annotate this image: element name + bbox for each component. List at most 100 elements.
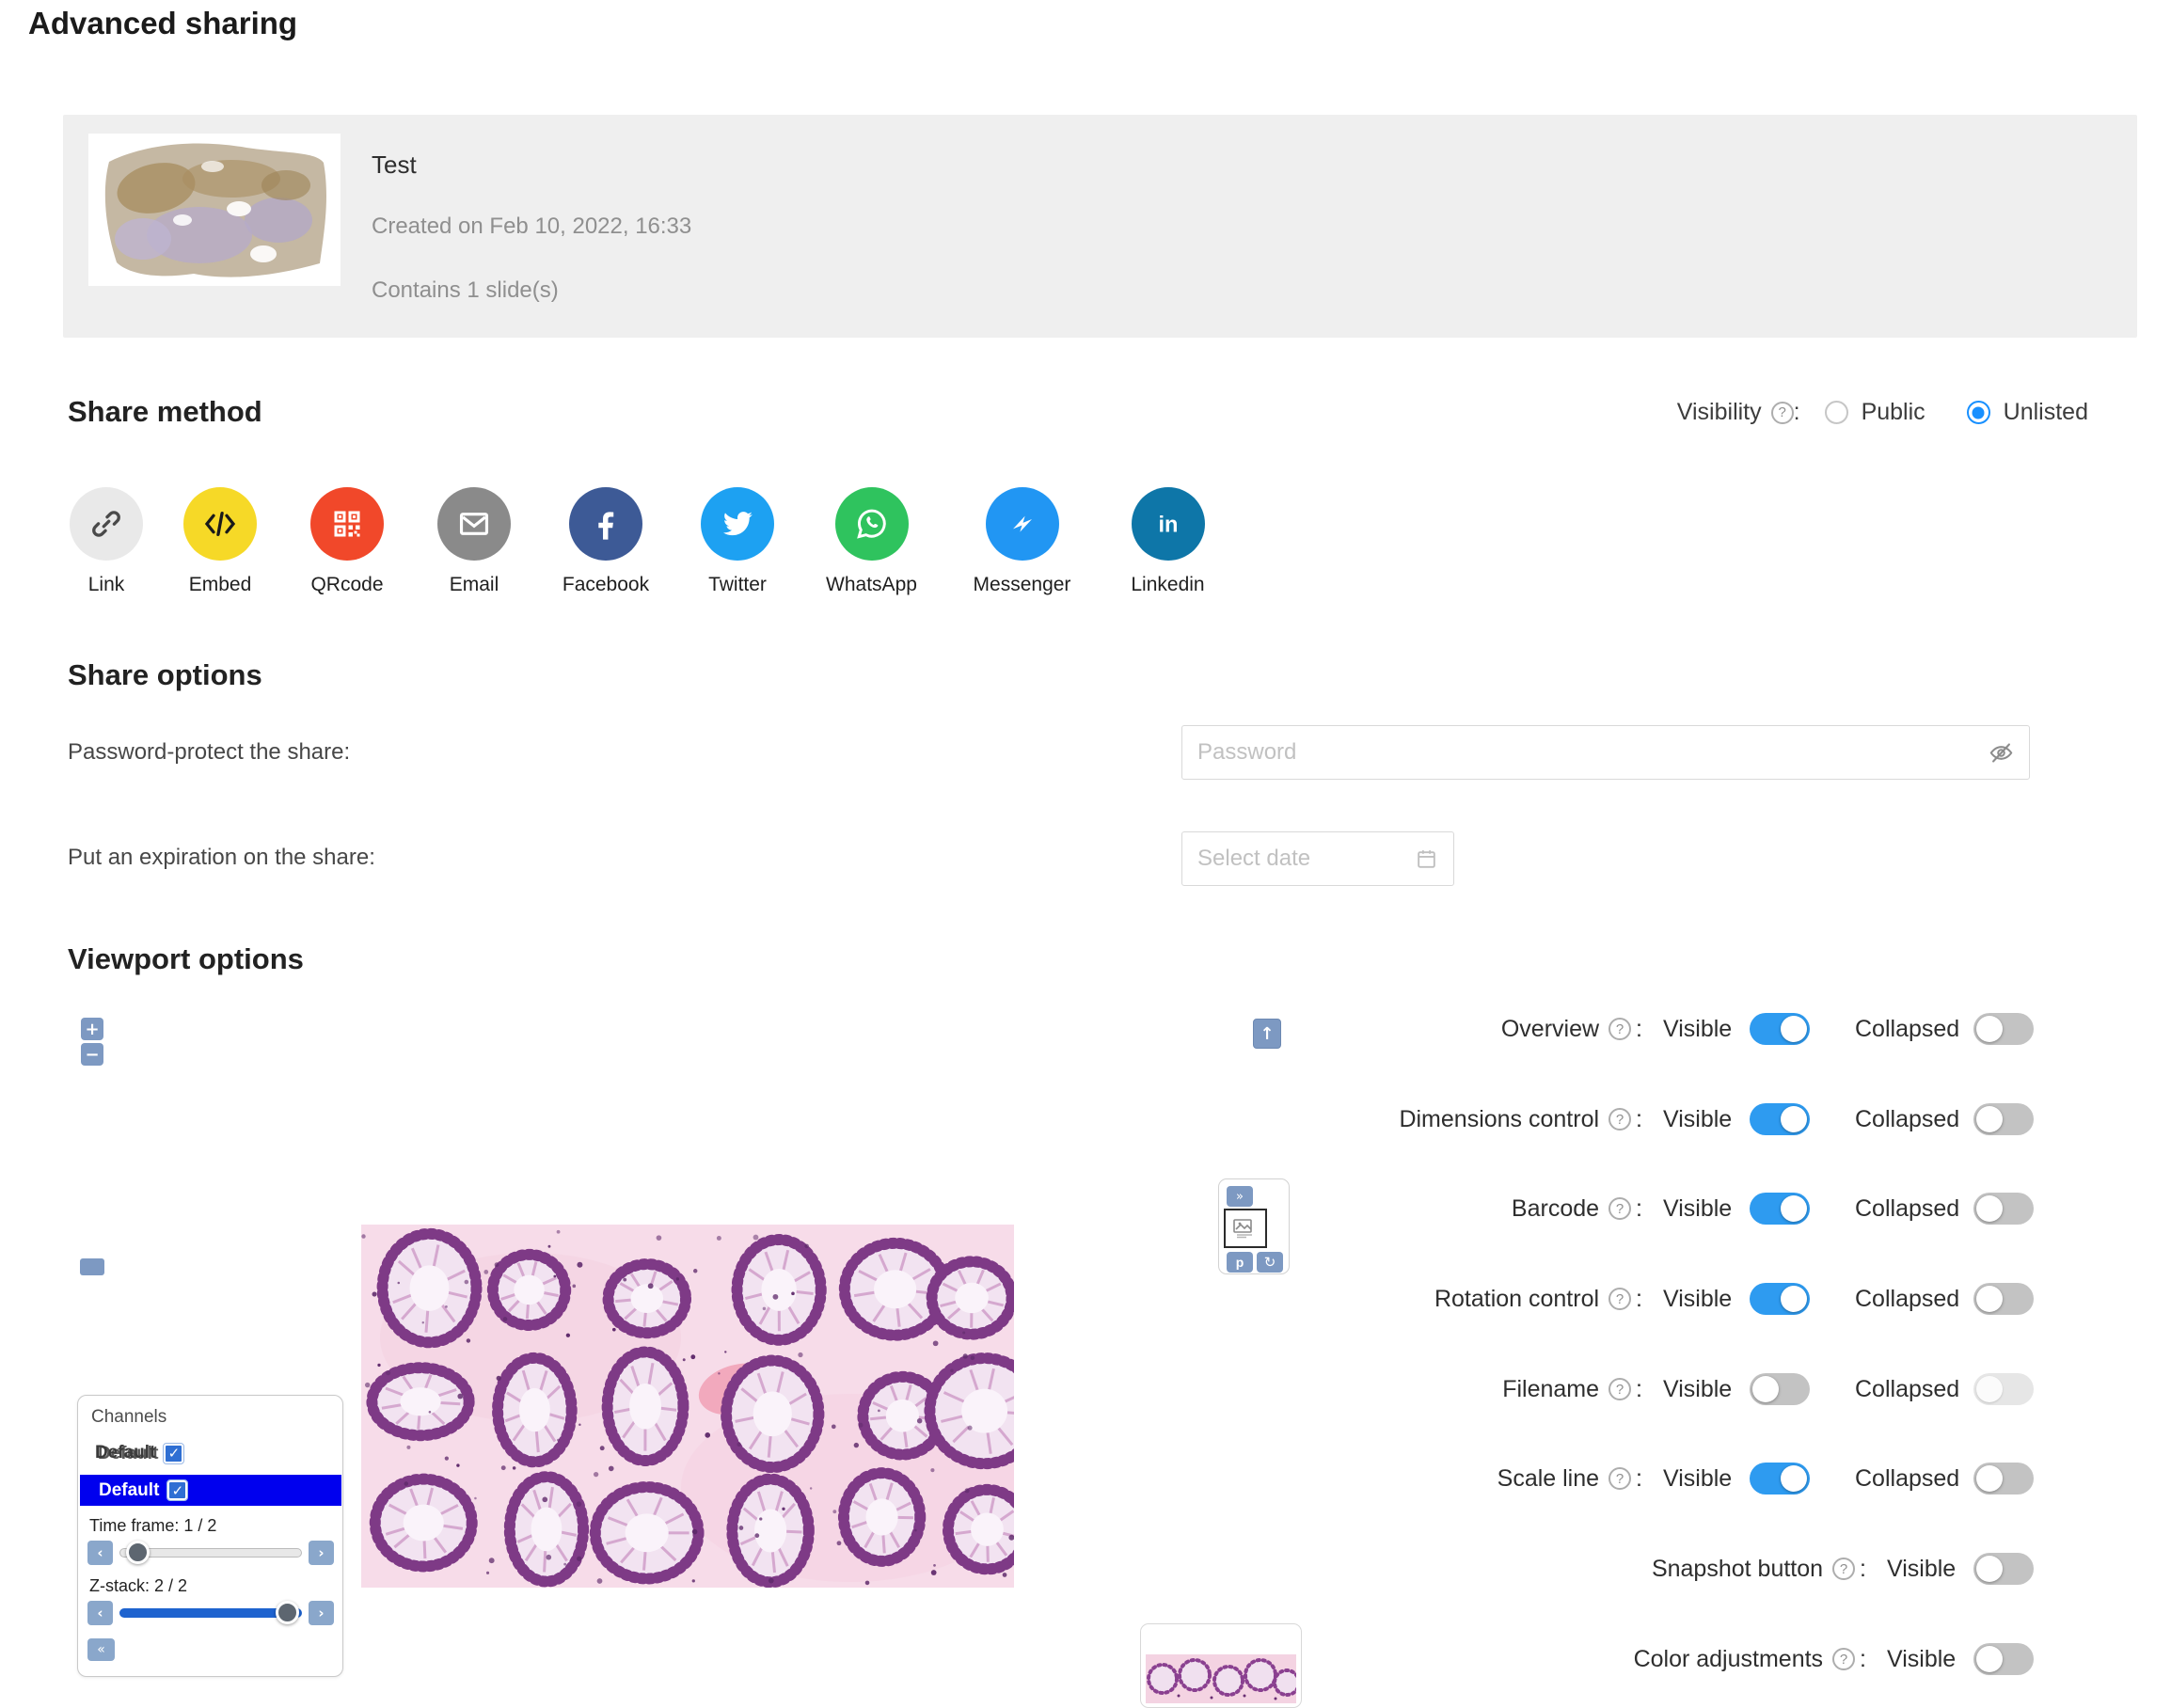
share-method-label: Embed: [189, 574, 252, 596]
visible-toggle-rotation-control[interactable]: [1750, 1283, 1810, 1315]
visible-label-overview: Visible: [1663, 1016, 1738, 1043]
share-method-whatsapp[interactable]: WhatsApp: [813, 487, 930, 596]
collapsed-toggle-rotation-control[interactable]: [1973, 1283, 2034, 1315]
help-icon-overview[interactable]: ?: [1608, 1018, 1631, 1040]
help-icon-color-adjustments[interactable]: ?: [1832, 1648, 1855, 1670]
toggle-label-dimensions-control: Dimensions control: [1317, 1106, 1599, 1133]
embed-icon[interactable]: [183, 487, 257, 561]
z-stack-next-button[interactable]: ›: [309, 1601, 334, 1625]
zoom-in-button[interactable]: +: [81, 1018, 103, 1040]
radio-unlisted[interactable]: [1967, 401, 1990, 424]
visibility-group: Visibility ? : Public Unlisted: [1677, 399, 2088, 426]
visibility-label: Visibility: [1677, 399, 1762, 426]
toggle-colon: :: [1860, 1556, 1866, 1583]
collapsed-toggle-filename[interactable]: [1973, 1373, 2034, 1405]
whatsapp-icon[interactable]: [835, 487, 909, 561]
barcode-rotate-button[interactable]: ↻: [1257, 1252, 1283, 1273]
twitter-icon[interactable]: [701, 487, 774, 561]
help-icon-barcode[interactable]: ?: [1608, 1197, 1631, 1220]
toggle-colon: :: [1636, 1106, 1642, 1133]
viewer-zoom-controls: + −: [81, 1018, 103, 1066]
help-icon-rotation-control[interactable]: ?: [1608, 1288, 1631, 1310]
time-frame-next-button[interactable]: ›: [309, 1541, 334, 1565]
expiration-label: Put an expiration on the share:: [68, 845, 375, 871]
share-method-label: WhatsApp: [826, 574, 917, 596]
toggle-colon: :: [1636, 1286, 1642, 1313]
toggle-colon: :: [1860, 1646, 1866, 1673]
barcode-image[interactable]: [1224, 1209, 1267, 1248]
password-input[interactable]: [1197, 739, 1989, 766]
visible-label-barcode: Visible: [1663, 1195, 1738, 1223]
email-icon[interactable]: [437, 487, 511, 561]
z-stack-track[interactable]: [119, 1608, 302, 1618]
channel-1-label-ghost: Default: [98, 1444, 158, 1464]
share-method-embed[interactable]: Embed: [173, 487, 267, 596]
channel-2-checkbox[interactable]: ✓: [167, 1480, 187, 1500]
visibility-help-icon[interactable]: ?: [1771, 402, 1794, 424]
expiration-date-input[interactable]: [1197, 846, 1415, 872]
linkedin-icon[interactable]: in: [1132, 487, 1205, 561]
channel-1-checkbox[interactable]: ✓: [164, 1444, 183, 1463]
radio-unlisted-label[interactable]: Unlisted: [2004, 399, 2088, 426]
toggle-label-barcode: Barcode: [1317, 1195, 1599, 1223]
overview-minimap-panel[interactable]: [1140, 1623, 1302, 1708]
svg-text:in: in: [1158, 513, 1178, 537]
share-method-twitter[interactable]: Twitter: [690, 487, 784, 596]
visibility-colon: :: [1794, 399, 1800, 426]
z-stack-prev-button[interactable]: ‹: [87, 1601, 113, 1625]
case-thumbnail-image: [88, 134, 341, 286]
toggle-label-snapshot-button: Snapshot button: [1317, 1556, 1823, 1583]
visible-label-rotation-control: Visible: [1663, 1286, 1738, 1313]
barcode-expand-button[interactable]: »: [1227, 1186, 1253, 1207]
visible-toggle-overview[interactable]: [1750, 1013, 1810, 1045]
help-icon-dimensions-control[interactable]: ?: [1608, 1108, 1631, 1131]
viewport-options-heading: Viewport options: [68, 942, 304, 976]
slide-preview-image[interactable]: [361, 1225, 1014, 1588]
viewport-toggle-row-scale-line: Scale line?:VisibleCollapsed: [1317, 1461, 2034, 1496]
collapsed-toggle-scale-line[interactable]: [1973, 1463, 2034, 1494]
share-method-messenger[interactable]: Messenger: [959, 487, 1086, 596]
z-stack-label: Z-stack: 2 / 2: [89, 1576, 187, 1596]
visible-toggle-scale-line[interactable]: [1750, 1463, 1810, 1494]
visible-toggle-barcode[interactable]: [1750, 1193, 1810, 1225]
visible-toggle-snapshot-button[interactable]: [1973, 1553, 2034, 1585]
facebook-icon[interactable]: [569, 487, 642, 561]
time-frame-handle[interactable]: [126, 1541, 150, 1564]
qrcode-icon[interactable]: [310, 487, 384, 561]
messenger-icon[interactable]: [986, 487, 1059, 561]
toggle-colon: :: [1636, 1016, 1642, 1043]
help-icon-snapshot-button[interactable]: ?: [1832, 1558, 1855, 1580]
collapsed-toggle-overview[interactable]: [1973, 1013, 2034, 1045]
collapsed-toggle-barcode[interactable]: [1973, 1193, 2034, 1225]
zoom-out-button[interactable]: −: [81, 1043, 103, 1066]
collapsed-control-button[interactable]: [80, 1258, 104, 1275]
share-method-link[interactable]: Link: [68, 487, 145, 596]
time-frame-track[interactable]: [119, 1548, 302, 1558]
dimensions-expand-button[interactable]: ↑: [1253, 1019, 1281, 1049]
link-icon[interactable]: [70, 487, 143, 561]
collapsed-label-overview: Collapsed: [1855, 1016, 1962, 1043]
collapsed-label-filename: Collapsed: [1855, 1376, 1962, 1403]
share-method-label: Facebook: [563, 574, 649, 596]
share-method-linkedin[interactable]: inLinkedin: [1114, 487, 1222, 596]
help-icon-filename[interactable]: ?: [1608, 1378, 1631, 1400]
visible-toggle-filename[interactable]: [1750, 1373, 1810, 1405]
visible-toggle-dimensions-control[interactable]: [1750, 1103, 1810, 1135]
channels-collapse-button[interactable]: «: [87, 1638, 115, 1661]
share-method-facebook[interactable]: Facebook: [549, 487, 662, 596]
z-stack-handle[interactable]: [276, 1601, 299, 1624]
password-protect-label: Password-protect the share:: [68, 739, 350, 766]
eye-invisible-icon[interactable]: [1989, 740, 2014, 766]
visible-toggle-color-adjustments[interactable]: [1973, 1643, 2034, 1675]
time-frame-prev-button[interactable]: ‹: [87, 1541, 113, 1565]
collapsed-toggle-dimensions-control[interactable]: [1973, 1103, 2034, 1135]
help-icon-scale-line[interactable]: ?: [1608, 1467, 1631, 1490]
calendar-icon[interactable]: [1415, 847, 1438, 871]
share-method-qrcode[interactable]: QRcode: [295, 487, 399, 596]
radio-public-label[interactable]: Public: [1862, 399, 1925, 426]
radio-public[interactable]: [1825, 401, 1848, 424]
channel-item-default-1[interactable]: Default Default ✓: [95, 1443, 183, 1463]
channel-item-default-2[interactable]: Default ✓: [80, 1475, 341, 1506]
barcode-zoom-button[interactable]: p: [1227, 1252, 1253, 1273]
share-method-email[interactable]: Email: [427, 487, 521, 596]
